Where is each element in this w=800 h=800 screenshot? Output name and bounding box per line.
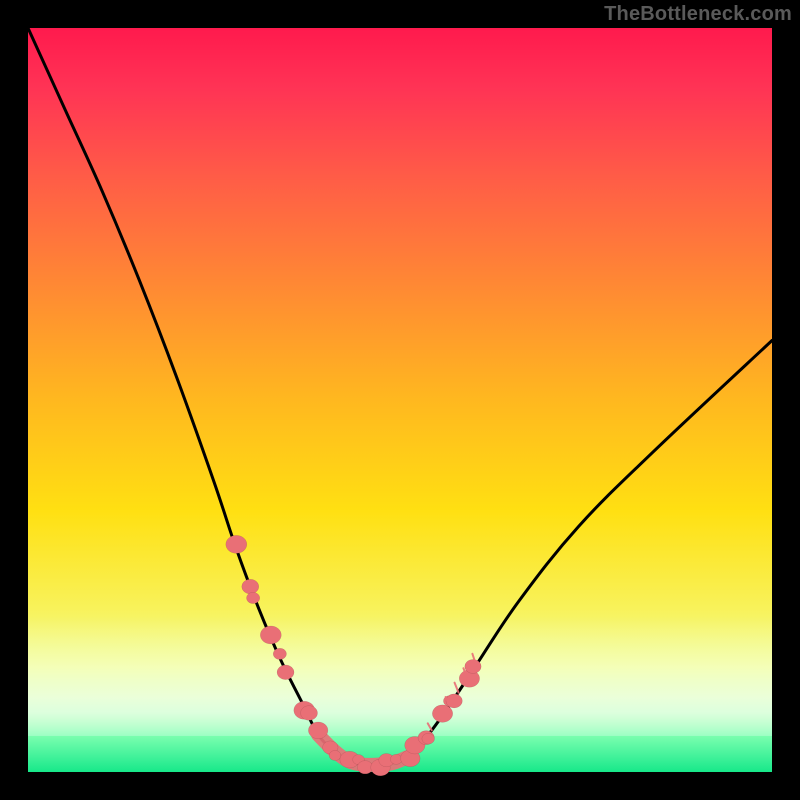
bottleneck-curve (28, 28, 772, 765)
right-ascent-beads (405, 659, 481, 754)
plot-area (28, 28, 772, 772)
watermark-text: TheBottleneck.com (604, 3, 792, 26)
chart-frame: TheBottleneck.com (0, 0, 800, 800)
left-descent-beads (226, 535, 318, 720)
curve-layer (28, 28, 772, 772)
valley-beads (308, 722, 420, 776)
